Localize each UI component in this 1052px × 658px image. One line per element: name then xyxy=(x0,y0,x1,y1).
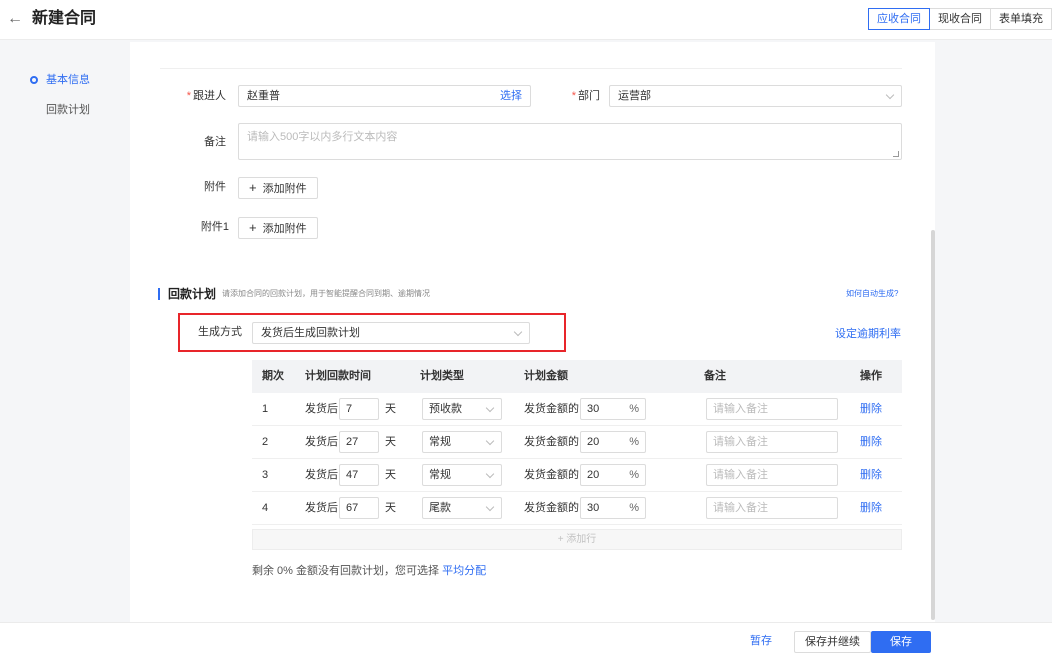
back-arrow-icon[interactable]: ← xyxy=(6,8,24,30)
plan-type-select[interactable]: 尾款 xyxy=(422,497,502,519)
draft-button[interactable]: 暂存 xyxy=(740,631,782,653)
amount-label: 发货金额的 xyxy=(524,436,579,448)
nav-item-label: 回款计划 xyxy=(46,104,90,116)
note-input[interactable]: 请输入备注 xyxy=(706,431,838,453)
chevron-down-icon xyxy=(485,436,495,446)
delete-row-button[interactable]: 删除 xyxy=(860,426,882,459)
section-marker xyxy=(158,288,160,300)
tab-receivable-contract[interactable]: 应收合同 xyxy=(868,8,930,30)
days-prefix: 发货后 xyxy=(305,502,338,514)
average-distribute-link[interactable]: 平均分配 xyxy=(442,565,486,577)
column-header: 计划金额 xyxy=(524,370,568,382)
days-unit: 天 xyxy=(385,502,396,514)
follower-field[interactable]: 赵重普 选择 xyxy=(238,85,531,107)
row-number: 1 xyxy=(262,403,269,415)
plus-icon: + xyxy=(249,220,257,235)
row-number: 4 xyxy=(262,502,269,514)
plus-icon: + xyxy=(249,180,257,195)
set-overdue-rate-link[interactable]: 设定逾期利率 xyxy=(835,325,901,341)
note-input[interactable]: 请输入备注 xyxy=(706,497,838,519)
amount-label: 发货金额的 xyxy=(524,403,579,415)
days-prefix: 发货后 xyxy=(305,403,338,415)
form-card: * 跟进人 赵重普 选择 * 部门 运营部 备注 请输入500字以内多行文本内容 附… xyxy=(130,42,935,622)
required-mark: * xyxy=(186,90,191,102)
table-row: 1 发货后 7 天 预收款 发货金额的 30 % 请输入备注 删除 xyxy=(252,393,902,426)
payment-plan-description: 请添加合同的回款计划，用于智能提醒合同到期、逾期情况 xyxy=(222,289,430,298)
table-row: 2 发货后 27 天 常规 发货金额的 20 % 请输入备注 删除 xyxy=(252,426,902,459)
chevron-down-icon xyxy=(485,469,495,479)
column-header: 操作 xyxy=(860,370,882,382)
add-row-button[interactable]: + 添加行 xyxy=(252,529,902,550)
days-prefix: 发货后 xyxy=(305,436,338,448)
tab-cash-contract[interactable]: 现收合同 xyxy=(929,8,991,30)
divider xyxy=(160,68,902,69)
attachment1-label: 附件1 xyxy=(200,221,229,233)
column-header: 计划类型 xyxy=(420,370,464,382)
days-unit: 天 xyxy=(385,469,396,481)
note-input[interactable]: 请输入备注 xyxy=(706,398,838,420)
department-label: * 部门 xyxy=(571,90,600,102)
delete-row-button[interactable]: 删除 xyxy=(860,459,882,492)
nav-item-payment-plan[interactable]: 回款计划 xyxy=(30,102,90,118)
required-mark: * xyxy=(571,90,576,102)
payment-plan-title: 回款计划 xyxy=(168,287,217,301)
tab-form-fill[interactable]: 表单填充 xyxy=(990,8,1052,30)
percent-input[interactable]: 30 % xyxy=(580,398,646,420)
column-header: 计划回款时间 xyxy=(305,370,371,382)
nav-item-label: 基本信息 xyxy=(46,74,90,86)
nav-item-basic-info[interactable]: 基本信息 xyxy=(30,72,90,88)
table-row: 4 发货后 67 天 尾款 发货金额的 30 % 请输入备注 删除 xyxy=(252,492,902,525)
save-button[interactable]: 保存 xyxy=(871,631,931,653)
generation-method-label: 生成方式 xyxy=(198,326,242,338)
row-number: 2 xyxy=(262,436,269,448)
days-input[interactable]: 7 xyxy=(339,398,379,420)
active-dot-icon xyxy=(30,76,38,84)
plan-table-header: 期次 计划回款时间 计划类型 计划金额 备注 操作 xyxy=(252,360,902,393)
top-bar: ← 新建合同 应收合同 现收合同 表单填充 xyxy=(0,0,1052,40)
plan-type-select[interactable]: 常规 xyxy=(422,464,502,486)
days-unit: 天 xyxy=(385,436,396,448)
column-header: 备注 xyxy=(704,370,726,382)
days-unit: 天 xyxy=(385,403,396,415)
remark-label: 备注 xyxy=(204,136,226,148)
remark-textarea[interactable]: 请输入500字以内多行文本内容 xyxy=(238,123,902,160)
chevron-down-icon xyxy=(885,90,895,100)
chevron-down-icon xyxy=(485,502,495,512)
percent-input[interactable]: 30 % xyxy=(580,497,646,519)
days-input[interactable]: 27 xyxy=(339,431,379,453)
delete-row-button[interactable]: 删除 xyxy=(860,393,882,426)
footer-bar: 暂存 保存并继续 保存 xyxy=(0,622,1052,658)
column-header: 期次 xyxy=(262,370,284,382)
plan-type-select[interactable]: 常规 xyxy=(422,431,502,453)
save-continue-button[interactable]: 保存并继续 xyxy=(794,631,871,653)
department-select[interactable]: 运营部 xyxy=(609,85,902,107)
resize-handle-icon[interactable] xyxy=(893,151,899,157)
generation-method-select[interactable]: 发货后生成回款计划 xyxy=(252,322,530,344)
attachment-label: 附件 xyxy=(204,181,226,193)
chevron-down-icon xyxy=(485,403,495,413)
follower-select-button[interactable]: 选择 xyxy=(500,86,522,106)
table-row: 3 发货后 47 天 常规 发货金额的 20 % 请输入备注 删除 xyxy=(252,459,902,492)
delete-row-button[interactable]: 删除 xyxy=(860,492,882,525)
row-number: 3 xyxy=(262,469,269,481)
note-input[interactable]: 请输入备注 xyxy=(706,464,838,486)
plan-type-select[interactable]: 预收款 xyxy=(422,398,502,420)
chevron-down-icon xyxy=(513,327,523,337)
how-auto-generate-link[interactable]: 如何自动生成? xyxy=(846,288,898,300)
follower-label: * 跟进人 xyxy=(186,90,226,102)
days-input[interactable]: 67 xyxy=(339,497,379,519)
amount-label: 发货金额的 xyxy=(524,469,579,481)
days-input[interactable]: 47 xyxy=(339,464,379,486)
percent-input[interactable]: 20 % xyxy=(580,464,646,486)
amount-label: 发货金额的 xyxy=(524,502,579,514)
page-title: 新建合同 xyxy=(32,10,97,27)
scrollbar[interactable] xyxy=(931,230,935,620)
days-prefix: 发货后 xyxy=(305,469,338,481)
percent-input[interactable]: 20 % xyxy=(580,431,646,453)
contract-type-tabs: 应收合同 现收合同 表单填充 xyxy=(868,8,1052,30)
add-attachment1-button[interactable]: + 添加附件 xyxy=(238,217,318,239)
remaining-hint: 剩余 0% 金额没有回款计划，您可选择 平均分配 xyxy=(252,565,487,577)
section-nav: 基本信息 回款计划 xyxy=(30,72,90,132)
add-attachment-button[interactable]: + 添加附件 xyxy=(238,177,318,199)
